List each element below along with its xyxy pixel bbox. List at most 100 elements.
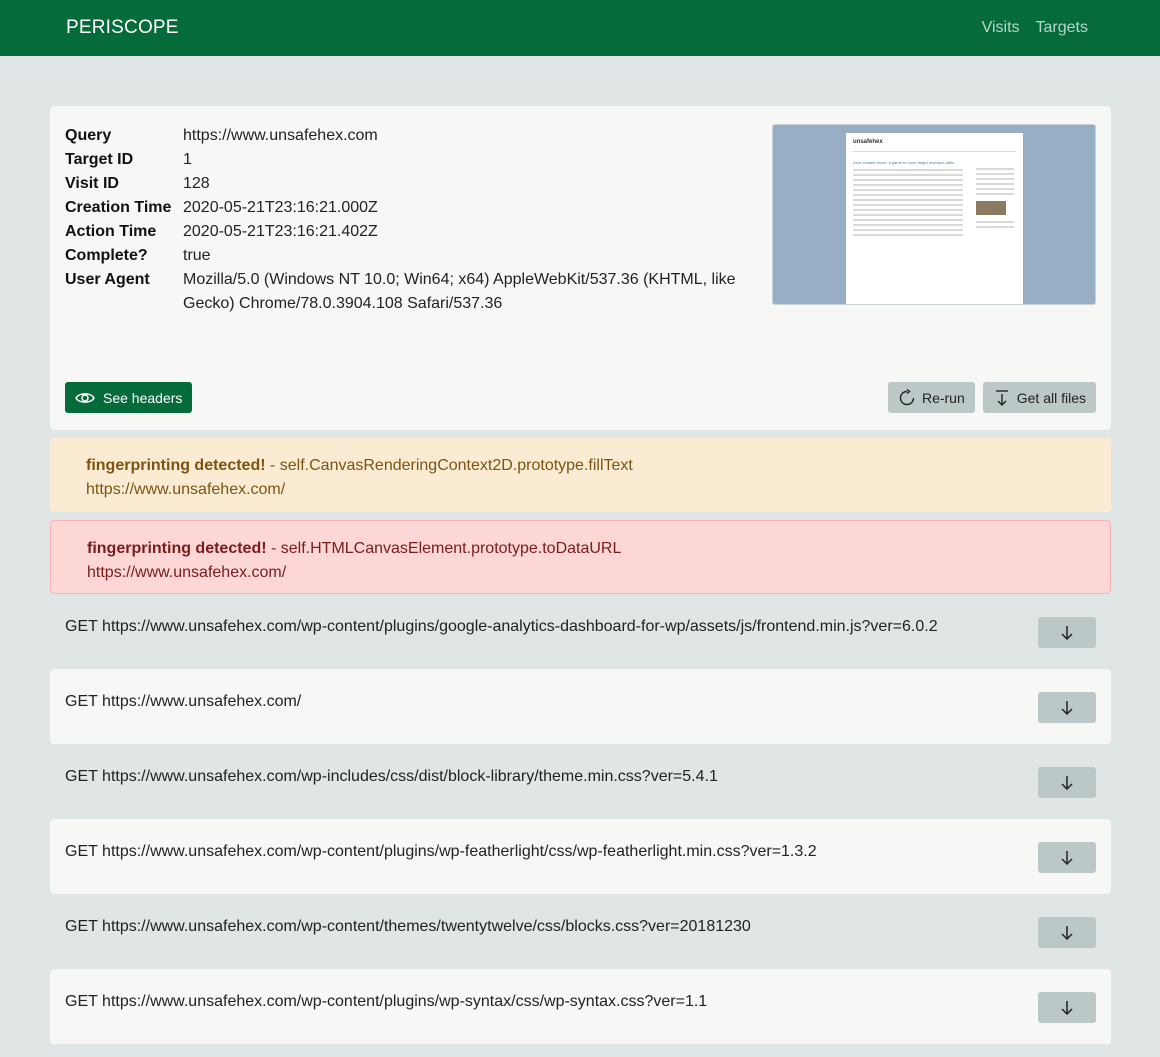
field-label: Complete? [65, 247, 148, 264]
field-label: User Agent [65, 271, 150, 288]
refresh-icon [899, 388, 915, 405]
alert-line: fingerprinting detected! - self.CanvasRe… [86, 454, 1075, 478]
field-value: Mozilla/5.0 (Windows NT 10.0; Win64; x64… [183, 271, 736, 312]
field-value: 2020-05-21T23:16:21.000Z [183, 199, 378, 216]
request-list: GET https://www.unsafehex.com/wp-content… [50, 594, 1111, 1044]
thumbnail-text-line [853, 224, 963, 226]
thumbnail-text-line [853, 234, 963, 236]
nav-links: Visits Targets [982, 19, 1088, 37]
arrow-down-icon [1061, 625, 1073, 640]
request-row: GET https://www.unsafehex.com/wp-content… [50, 894, 1111, 969]
request-row: GET https://www.unsafehex.com/wp-content… [50, 594, 1111, 669]
thumbnail-text-line [976, 168, 1014, 170]
field-creation-time: Creation Time 2020-05-21T23:16:21.000Z [65, 196, 745, 220]
get-all-files-label: Get all files [1016, 389, 1086, 406]
request-url: GET https://www.unsafehex.com/wp-include… [65, 767, 718, 785]
field-label: Action Time [65, 223, 157, 240]
request-row: GET https://www.unsafehex.com/ [50, 669, 1111, 744]
thumbnail-text-line [976, 221, 1014, 223]
download-button[interactable] [1038, 617, 1096, 648]
rerun-button[interactable]: Re-run [887, 382, 975, 413]
alert-url: https://www.unsafehex.com/ [86, 481, 286, 498]
thumbnail-text-line [853, 219, 963, 221]
request-row: GET https://www.unsafehex.com/wp-include… [50, 744, 1111, 819]
visit-details-card: Query https://www.unsafehex.com Target I… [50, 106, 1111, 430]
thumbnail-text-line [976, 193, 1014, 195]
download-button[interactable] [1038, 917, 1096, 948]
download-button[interactable] [1038, 767, 1096, 798]
request-url: GET https://www.unsafehex.com/wp-content… [65, 617, 938, 635]
thumbnail-text-line [853, 204, 963, 206]
field-visit-id: Visit ID 128 [65, 172, 745, 196]
thumbnail-sidebar [976, 165, 1016, 231]
download-button[interactable] [1038, 992, 1096, 1023]
field-value: 2020-05-21T23:16:21.402Z [183, 223, 378, 240]
thumbnail-text-line [976, 226, 1014, 228]
nav-link-visits[interactable]: Visits [982, 19, 1020, 37]
download-button[interactable] [1038, 692, 1096, 723]
download-button[interactable] [1038, 842, 1096, 873]
thumbnail-text-line [853, 214, 963, 216]
see-headers-label: See headers [103, 389, 183, 406]
field-query: Query https://www.unsafehex.com [65, 124, 745, 148]
field-action-time: Action Time 2020-05-21T23:16:21.402Z [65, 220, 745, 244]
alert-title: fingerprinting detected! [86, 457, 266, 474]
thumbnail-text-line [853, 199, 963, 201]
thumbnail-text-line [976, 173, 1014, 175]
thumbnail-text-line [853, 174, 963, 176]
alert-detail: - self.CanvasRenderingContext2D.prototyp… [265, 457, 633, 474]
field-value: https://www.unsafehex.com [183, 127, 378, 144]
field-value: 1 [183, 151, 192, 168]
thumbnail-image [976, 201, 1006, 215]
field-target-id: Target ID 1 [65, 148, 745, 172]
request-row: GET https://www.unsafehex.com/wp-content… [50, 819, 1111, 894]
thumbnail-text-line [853, 189, 963, 191]
alert-title: fingerprinting detected! [87, 540, 267, 557]
thumbnail-text-line [853, 209, 963, 211]
request-url: GET https://www.unsafehex.com/ [65, 692, 302, 710]
field-value: true [183, 247, 211, 264]
arrow-down-icon [1061, 700, 1073, 715]
top-navbar: PERISCOPE Visits Targets [0, 0, 1160, 56]
arrow-down-icon [1061, 1000, 1073, 1015]
eye-icon [75, 392, 95, 403]
fingerprint-alert-warning: fingerprinting detected! - self.CanvasRe… [50, 438, 1111, 512]
arrow-down-icon [1061, 850, 1073, 865]
field-label: Visit ID [65, 175, 119, 192]
request-url: GET https://www.unsafehex.com/wp-content… [65, 917, 751, 935]
field-label: Creation Time [65, 199, 172, 216]
request-row: GET https://www.unsafehex.com/wp-content… [50, 969, 1111, 1044]
field-complete: Complete? true [65, 244, 745, 268]
thumbnail-nav-line [853, 151, 1016, 152]
thumbnail-site-title: unsafehex [853, 139, 883, 145]
request-url: GET https://www.unsafehex.com/wp-content… [65, 992, 708, 1010]
thumbnail-text-line [853, 184, 963, 186]
page-screenshot-thumbnail[interactable]: unsafehex Zero contact recon: a game to … [772, 124, 1096, 305]
alert-line: fingerprinting detected! - self.HTMLCanv… [87, 537, 1074, 561]
rerun-label: Re-run [921, 389, 965, 406]
brand-logo[interactable]: PERISCOPE [66, 17, 179, 39]
thumbnail-page: unsafehex Zero contact recon: a game to … [846, 133, 1023, 304]
field-value: 128 [183, 175, 210, 192]
see-headers-button[interactable]: See headers [65, 382, 193, 413]
thumbnail-text-line [976, 188, 1014, 190]
request-url: GET https://www.unsafehex.com/wp-content… [65, 842, 817, 860]
field-label: Query [65, 127, 112, 144]
thumbnail-text-line [853, 179, 963, 181]
thumbnail-text-line [853, 229, 963, 231]
nav-link-targets[interactable]: Targets [1036, 19, 1088, 37]
thumbnail-text-line [853, 169, 963, 171]
get-all-files-button[interactable]: Get all files [982, 382, 1096, 413]
thumbnail-text-line [976, 183, 1014, 185]
download-all-icon [995, 389, 1008, 406]
arrow-down-icon [1061, 775, 1073, 790]
alert-url: https://www.unsafehex.com/ [87, 564, 287, 581]
visit-details: Query https://www.unsafehex.com Target I… [65, 124, 745, 316]
thumbnail-text-line [976, 178, 1014, 180]
fingerprint-alert-danger: fingerprinting detected! - self.HTMLCanv… [50, 520, 1111, 594]
main-container: Query https://www.unsafehex.com Target I… [0, 56, 1160, 1044]
visit-actions: Re-run Get all files [887, 382, 1096, 413]
alert-detail: - self.HTMLCanvasElement.prototype.toDat… [266, 540, 622, 557]
field-user-agent: User Agent Mozilla/5.0 (Windows NT 10.0;… [65, 268, 745, 316]
thumbnail-text-line [853, 194, 963, 196]
